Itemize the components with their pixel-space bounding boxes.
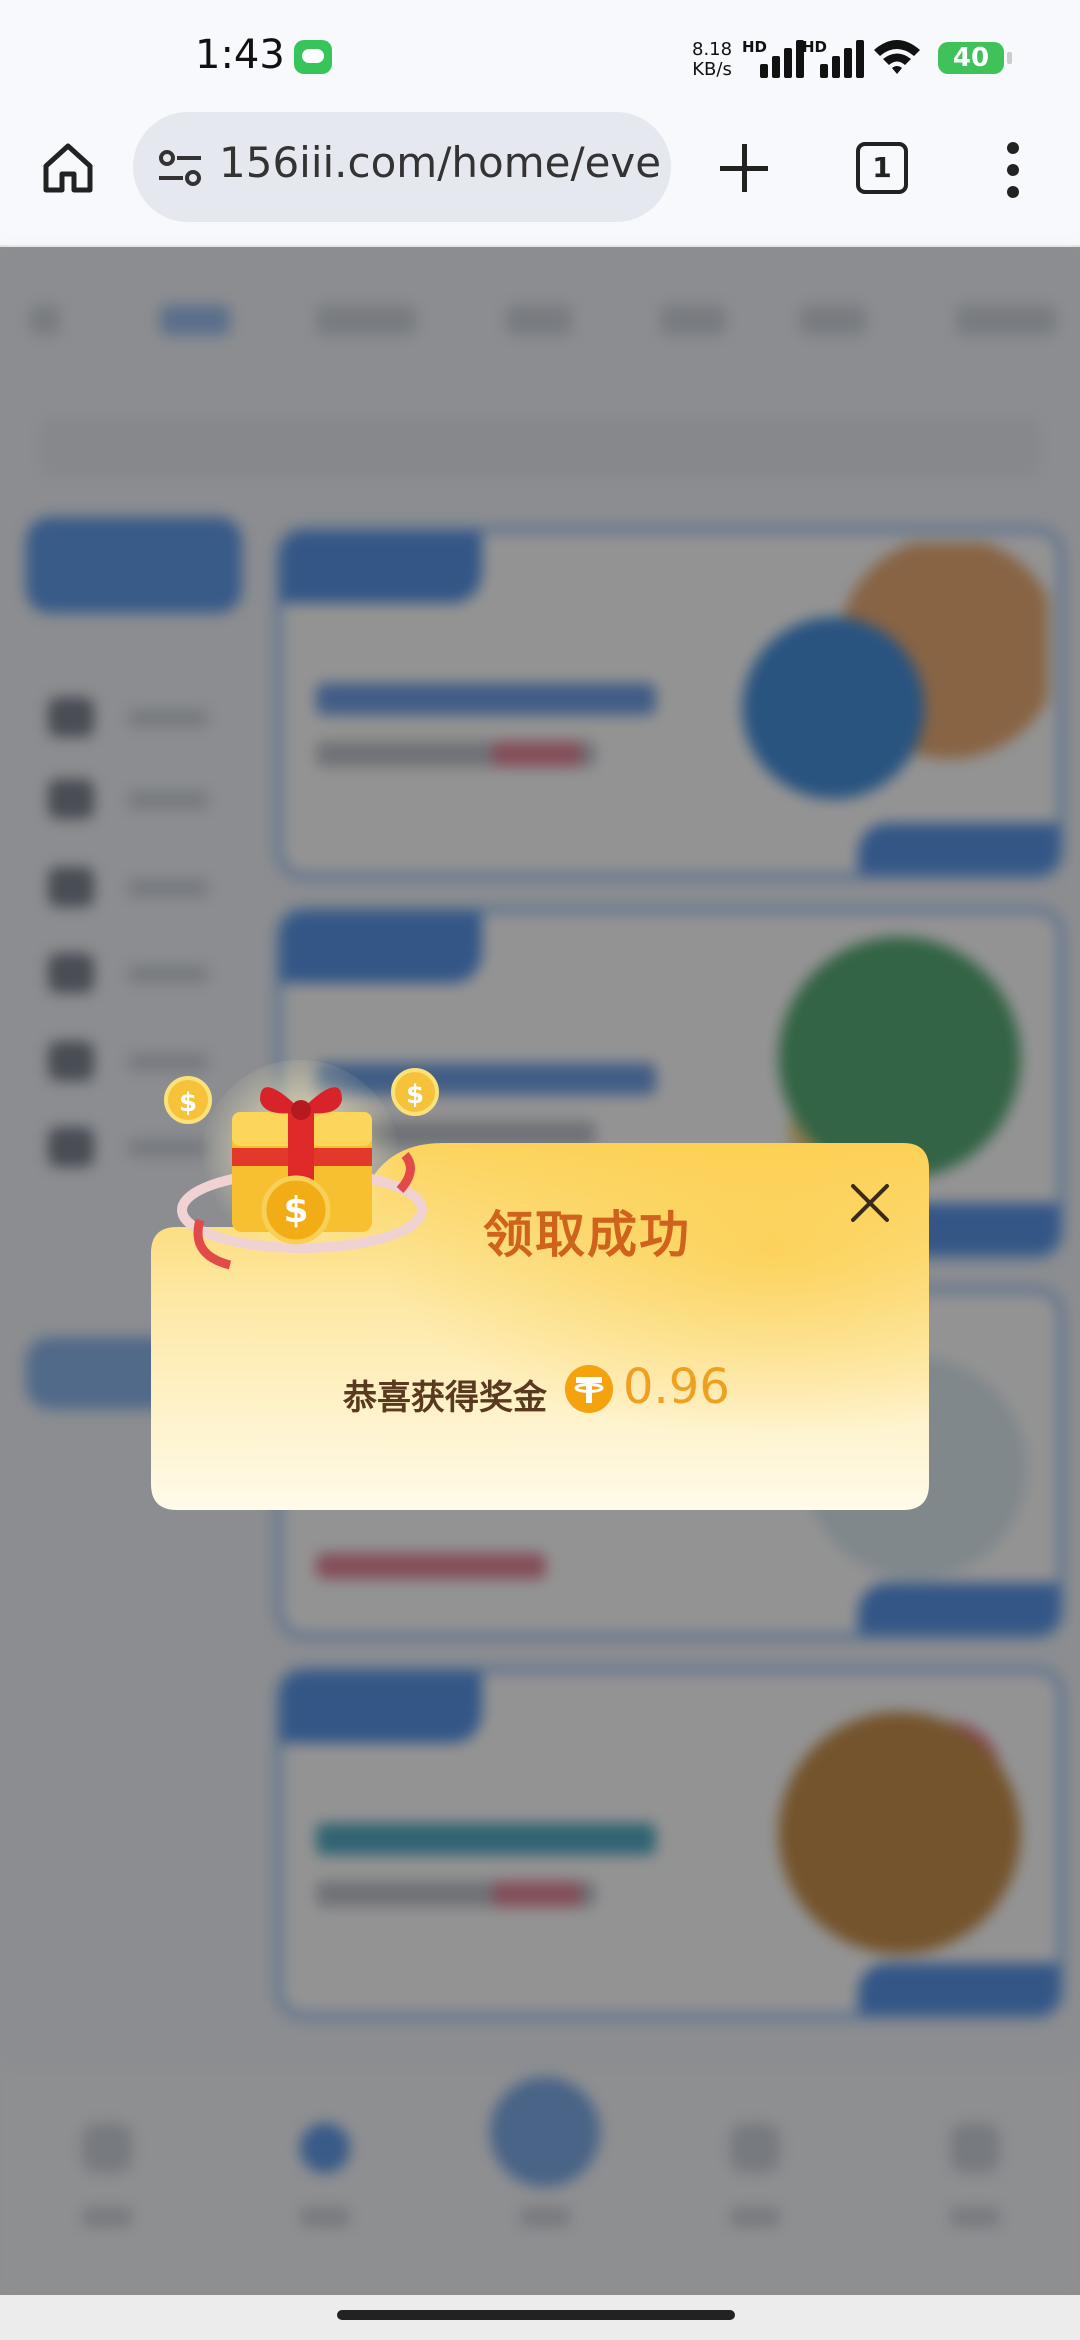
home-gesture-handle[interactable] xyxy=(337,2310,735,2320)
browser-toolbar: 156iii.com/home/event 1 xyxy=(0,110,1080,247)
svg-text:$: $ xyxy=(283,1190,308,1231)
hd-label-2: HD xyxy=(802,38,828,56)
address-bar[interactable]: 156iii.com/home/event xyxy=(133,112,671,222)
message-notification-icon xyxy=(294,40,332,74)
network-speed-value: 8.18 xyxy=(692,39,733,60)
site-settings-icon[interactable] xyxy=(157,148,203,188)
new-tab-button[interactable] xyxy=(718,142,770,194)
url-text[interactable]: 156iii.com/home/event xyxy=(219,138,659,187)
signal-2-icon: HD xyxy=(802,38,872,78)
network-speed-unit: KB/s xyxy=(692,59,732,80)
dialog-title: 领取成功 xyxy=(483,1206,691,1264)
network-speed: 8.18 KB/s xyxy=(692,40,732,80)
close-icon[interactable] xyxy=(848,1181,892,1225)
status-bar: 1:43 8.18 KB/s HD HD 40 xyxy=(0,0,1080,110)
battery-icon: 40 xyxy=(938,42,1012,74)
wifi-icon xyxy=(874,40,920,74)
home-icon[interactable] xyxy=(40,140,96,196)
svg-text:$: $ xyxy=(179,1088,197,1118)
gift-box-icon: $ $ $ xyxy=(164,1060,439,1270)
hd-label-1: HD xyxy=(742,38,768,56)
reward-message: 恭喜获得奖金 xyxy=(343,1378,547,1418)
reward-amount: 0.96 xyxy=(623,1359,730,1415)
svg-text:$: $ xyxy=(406,1080,424,1110)
status-time: 1:43 xyxy=(195,32,285,78)
tether-coin-icon xyxy=(565,1365,613,1413)
more-menu-icon[interactable] xyxy=(1006,142,1020,198)
tab-switcher-button[interactable]: 1 xyxy=(856,142,908,194)
